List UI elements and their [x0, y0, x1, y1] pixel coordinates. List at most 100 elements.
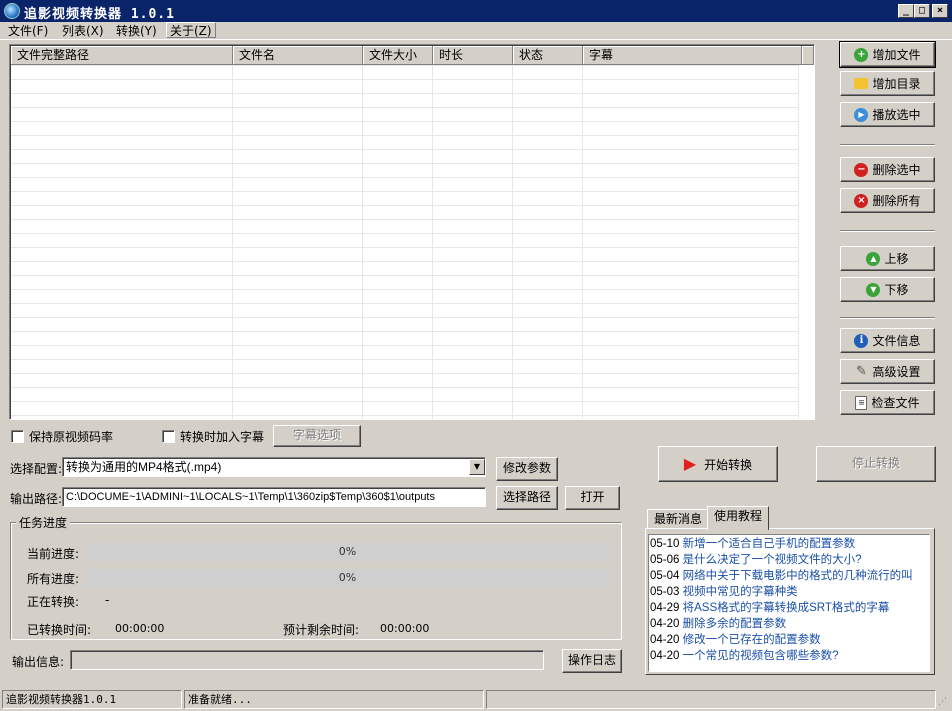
list-scroll-area[interactable] [798, 65, 814, 419]
news-date: 05-06 [650, 554, 680, 566]
column-divider [362, 65, 363, 419]
news-title[interactable]: 新增一个适合自己手机的配置参数 [683, 538, 856, 550]
news-item[interactable]: 05-06 是什么决定了一个视频文件的大小? [650, 552, 862, 568]
separator [840, 317, 935, 319]
column-status[interactable]: 状态 [513, 46, 583, 65]
separator [840, 230, 935, 232]
plus-icon: + [854, 47, 869, 62]
operation-log-button[interactable]: 操作日志 [562, 649, 622, 673]
tab-tutorials[interactable]: 使用教程 [707, 506, 770, 530]
close-circle-icon: × [854, 193, 869, 208]
column-file-name[interactable]: 文件名 [233, 46, 363, 65]
play-selected-button[interactable]: ▶ 播放选中 [840, 102, 935, 127]
news-date: 05-03 [650, 586, 680, 598]
tab-latest-news[interactable]: 最新消息 [647, 509, 710, 530]
all-progress-bar: 0% [85, 569, 610, 587]
resize-grip-icon[interactable]: ⋰ [938, 696, 950, 708]
add-file-label: 增加文件 [872, 48, 921, 62]
news-title[interactable]: 一个常见的视频包含哪些参数? [683, 650, 839, 662]
add-subtitle-checkbox[interactable] [162, 430, 175, 443]
keep-bitrate-checkbox[interactable] [11, 430, 24, 443]
config-select[interactable]: 转换为通用的MP4格式(.mp4) [62, 457, 486, 477]
current-progress-value: 0% [338, 545, 357, 558]
advanced-settings-button[interactable]: ✎ 高级设置 [840, 359, 935, 384]
list-body[interactable] [11, 65, 799, 419]
move-up-button[interactable]: ▲ 上移 [840, 246, 935, 271]
news-title[interactable]: 视频中常见的字幕种类 [683, 586, 798, 598]
news-title[interactable]: 将ASS格式的字幕转换成SRT格式的字幕 [683, 602, 890, 614]
converting-value: - [105, 593, 110, 607]
column-subtitle[interactable]: 字幕 [583, 46, 802, 65]
status-message: 准备就绪... [184, 690, 484, 709]
add-file-button[interactable]: + 增加文件 [839, 41, 936, 68]
output-info-field [70, 650, 544, 670]
config-label: 选择配置: [10, 462, 63, 476]
news-title[interactable]: 是什么决定了一个视频文件的大小? [683, 554, 862, 566]
news-date: 04-29 [650, 602, 680, 614]
menu-about[interactable]: 关于(Z) [166, 22, 216, 38]
news-item[interactable]: 05-03 视频中常见的字幕种类 [650, 584, 798, 600]
status-extra [486, 690, 936, 709]
document-icon: ≡ [855, 395, 868, 410]
news-item[interactable]: 04-20 删除多余的配置参数 [650, 616, 786, 632]
play-icon: ▶ [683, 454, 697, 473]
column-duration[interactable]: 时长 [433, 46, 513, 65]
info-icon: i [854, 333, 869, 348]
column-full-path[interactable]: 文件完整路径 [11, 46, 233, 65]
news-item[interactable]: 05-10 新增一个适合自己手机的配置参数 [650, 536, 855, 552]
output-path-label: 输出路径: [10, 492, 63, 506]
column-file-size[interactable]: 文件大小 [363, 46, 433, 65]
folder-icon [854, 78, 869, 89]
column-divider [232, 65, 233, 419]
converting-label: 正在转换: [27, 595, 80, 609]
menu-list[interactable]: 列表(X) [62, 23, 104, 39]
open-folder-button[interactable]: 打开 [565, 486, 620, 510]
start-convert-button[interactable]: ▶ 开始转换 [658, 446, 778, 482]
menu-file[interactable]: 文件(F) [8, 23, 48, 39]
file-list[interactable]: 文件完整路径 文件名 文件大小 时长 状态 字幕 [9, 44, 815, 420]
delete-all-button[interactable]: × 删除所有 [840, 188, 935, 213]
modify-params-button[interactable]: 修改参数 [496, 457, 558, 481]
output-path-input[interactable]: C:\DOCUME~1\ADMINI~1\LOCALS~1\Temp\1\360… [62, 487, 486, 507]
minimize-button[interactable]: _ [898, 4, 914, 18]
arrow-down-icon: ▼ [866, 282, 881, 297]
news-date: 04-20 [650, 618, 680, 630]
menu-convert[interactable]: 转换(Y) [116, 23, 157, 39]
play-icon: ▶ [854, 107, 869, 122]
column-divider [512, 65, 513, 419]
news-item[interactable]: 05-04 网络中关于下载电影中的格式的几种流行的叫 [650, 568, 913, 584]
delete-selected-button[interactable]: − 删除选中 [840, 157, 935, 182]
file-info-button[interactable]: i 文件信息 [840, 328, 935, 353]
close-button[interactable]: × [932, 4, 948, 18]
delete-selected-label: 删除选中 [872, 163, 921, 177]
column-divider [582, 65, 583, 419]
news-item[interactable]: 04-20 一个常见的视频包含哪些参数? [650, 648, 839, 664]
news-title[interactable]: 删除多余的配置参数 [683, 618, 787, 630]
elapsed-value: 00:00:00 [115, 622, 165, 635]
remaining-value: 00:00:00 [380, 622, 430, 635]
news-date: 05-04 [650, 570, 680, 582]
maximize-button[interactable]: □ [914, 4, 930, 18]
add-folder-button[interactable]: 增加目录 [840, 71, 935, 96]
move-down-button[interactable]: ▼ 下移 [840, 277, 935, 302]
check-file-button[interactable]: ≡ 检查文件 [840, 390, 935, 415]
advanced-settings-label: 高级设置 [872, 365, 921, 379]
news-item[interactable]: 04-29 将ASS格式的字幕转换成SRT格式的字幕 [650, 600, 889, 616]
elapsed-label: 已转换时间: [27, 623, 92, 637]
minus-icon: − [854, 162, 869, 177]
column-divider [432, 65, 433, 419]
move-down-label: 下移 [884, 283, 909, 297]
news-item[interactable]: 04-20 修改一个已存在的配置参数 [650, 632, 821, 648]
news-title[interactable]: 修改一个已存在的配置参数 [683, 634, 821, 646]
news-title[interactable]: 网络中关于下载电影中的格式的几种流行的叫 [683, 570, 913, 582]
output-info-label: 输出信息: [12, 655, 65, 669]
window-title: 追影视频转换器 1.0.1 [24, 7, 175, 22]
chevron-down-icon[interactable]: ▼ [469, 459, 485, 475]
column-filler [802, 46, 814, 65]
current-progress-bar: 0% [85, 543, 610, 561]
stop-convert-button[interactable]: 停止转换 [816, 446, 936, 482]
add-subtitle-label: 转换时加入字幕 [180, 430, 265, 444]
choose-path-button[interactable]: 选择路径 [496, 486, 558, 510]
subtitle-options-button[interactable]: 字幕选项 [273, 425, 361, 447]
delete-all-label: 删除所有 [872, 194, 921, 208]
